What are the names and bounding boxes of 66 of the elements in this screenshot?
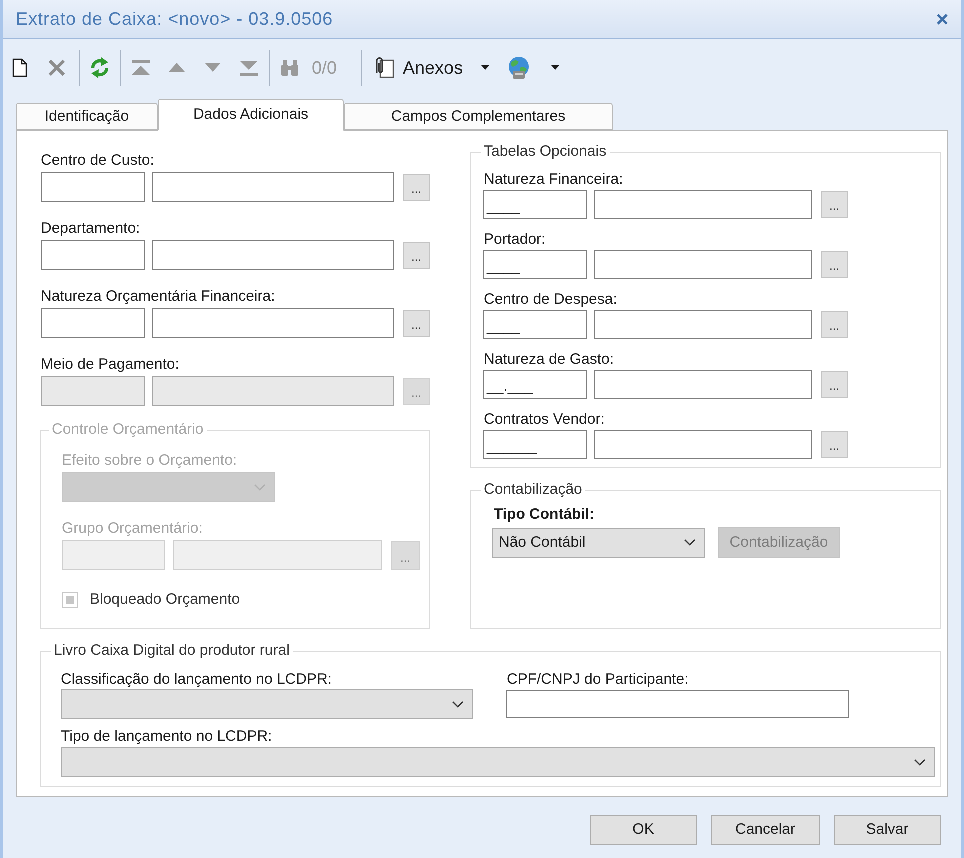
browse-button[interactable]: ...	[403, 174, 430, 200]
dialog-button[interactable]: OK	[590, 815, 697, 845]
code-field[interactable]	[62, 540, 165, 570]
code-field[interactable]	[41, 172, 145, 202]
tab[interactable]: Identificação	[16, 103, 158, 130]
description-field[interactable]	[152, 308, 394, 338]
close-button[interactable]	[934, 11, 950, 27]
field-label: Portador:	[483, 231, 546, 249]
field-label: Tipo Contábil:	[493, 506, 595, 524]
code-field[interactable]: ____	[483, 310, 587, 339]
record-counter: 0/0	[312, 56, 338, 78]
globe-icon	[507, 56, 532, 80]
field-label: Efeito sobre o Orçamento:	[62, 452, 238, 470]
chevron-down-icon	[254, 484, 266, 490]
caret-icon	[550, 65, 560, 70]
field-label: Departamento:	[40, 220, 140, 238]
dialog-button[interactable]: Salvar	[834, 815, 941, 845]
field-label: Natureza de Gasto:	[483, 351, 614, 369]
browse-button[interactable]: ...	[821, 371, 848, 398]
code-field[interactable]: ____	[483, 250, 587, 279]
code-field[interactable]: ______	[483, 430, 587, 459]
checkbox-label: Bloqueado Orçamento	[90, 591, 240, 609]
field-label: Centro de Despesa:	[483, 291, 618, 309]
code-field[interactable]	[41, 240, 145, 270]
description-field[interactable]	[594, 190, 812, 219]
browse-button[interactable]: ...	[821, 431, 848, 458]
code-field[interactable]: __.___	[483, 370, 587, 399]
field-label: Natureza Financeira:	[483, 171, 624, 189]
description-field[interactable]	[152, 240, 394, 270]
browse-button[interactable]: ...	[403, 242, 430, 268]
code-field[interactable]: ____	[483, 190, 587, 219]
group-title: Tabelas Opcionais	[483, 143, 608, 161]
chevron-down-icon	[684, 539, 696, 546]
group-title: Livro Caixa Digital do produtor rural	[53, 642, 291, 660]
field-label: Meio de Pagamento:	[40, 356, 180, 374]
close-icon	[936, 14, 948, 24]
description-field[interactable]	[594, 370, 812, 399]
caret-icon	[480, 65, 490, 70]
window-title: Extrato de Caixa: <novo> - 03.9.0506	[16, 8, 334, 30]
description-field[interactable]	[173, 540, 382, 570]
dialog-button[interactable]: Cancelar	[711, 815, 820, 845]
text-field[interactable]	[506, 690, 849, 718]
field-label: Centro de Custo:	[40, 152, 154, 170]
field-label: Natureza Orçamentária Financeira:	[40, 288, 276, 306]
field-label: Classificação do lançamento no LCDPR:	[61, 671, 332, 689]
group-title: Controle Orçamentário	[51, 421, 205, 439]
code-field[interactable]	[41, 308, 145, 338]
browse-button[interactable]: ...	[821, 191, 848, 218]
attachments-button[interactable]: Anexos	[368, 52, 466, 84]
description-field[interactable]	[594, 430, 812, 459]
chevron-down-icon	[452, 700, 464, 708]
browse-button[interactable]: ...	[403, 310, 430, 336]
field-label: Grupo Orçamentário:	[62, 520, 203, 538]
field-label: Contratos Vendor:	[483, 411, 605, 429]
browse-button[interactable]: ...	[821, 311, 848, 338]
dropdown[interactable]: Não Contábil	[492, 528, 705, 558]
browse-button[interactable]: ...	[821, 251, 848, 278]
tab[interactable]: Campos Complementares	[344, 103, 613, 130]
description-field[interactable]	[594, 250, 812, 279]
description-field[interactable]	[594, 310, 812, 339]
field-label: CPF/CNPJ do Participante:	[506, 671, 689, 689]
group-title: Contabilização	[483, 481, 584, 499]
description-field[interactable]	[152, 172, 394, 202]
tab[interactable]: Dados Adicionais	[158, 99, 344, 131]
chevron-down-icon	[914, 758, 926, 766]
field-label: Tipo de lançamento no LCDPR:	[61, 728, 272, 746]
